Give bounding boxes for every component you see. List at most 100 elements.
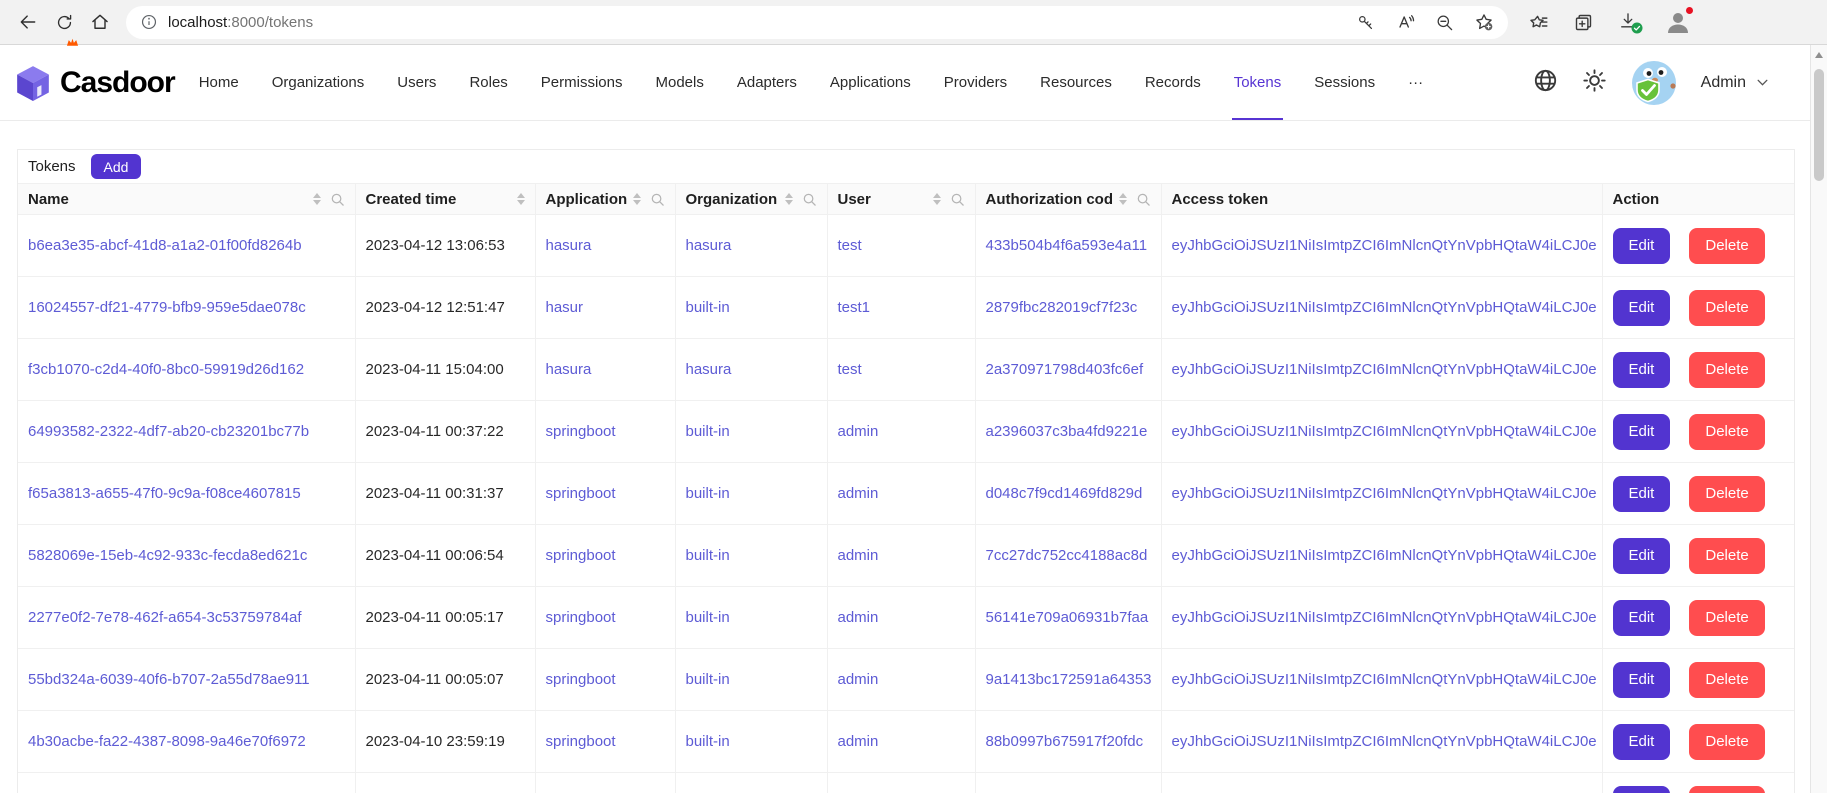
organization-link[interactable]: built-in xyxy=(686,485,730,502)
column-header[interactable]: Application xyxy=(535,184,675,215)
application-link[interactable]: hasura xyxy=(546,237,592,254)
edit-button[interactable]: Edit xyxy=(1613,786,1671,793)
token-name-link[interactable]: b6ea3e35-abcf-41d8-a1a2-01f00fd8264b xyxy=(28,237,302,254)
token-name-link[interactable]: 5828069e-15eb-4c92-933c-fecda8ed621c xyxy=(28,547,307,564)
user-link[interactable]: admin xyxy=(838,485,879,502)
nav-item-organizations[interactable]: Organizations xyxy=(272,45,365,120)
application-link[interactable]: springboot xyxy=(546,547,616,564)
organization-link[interactable]: hasura xyxy=(686,237,732,254)
organization-link[interactable]: built-in xyxy=(686,609,730,626)
column-header[interactable]: User xyxy=(827,184,975,215)
browser-profile-button[interactable] xyxy=(1664,8,1692,36)
edit-button[interactable]: Edit xyxy=(1613,290,1671,326)
sort-icon[interactable] xyxy=(1119,193,1127,205)
edit-button[interactable]: Edit xyxy=(1613,414,1671,450)
account-menu[interactable]: Admin xyxy=(1701,74,1769,92)
token-name-link[interactable]: 16024557-df21-4779-bfb9-959e5dae078c xyxy=(28,299,306,316)
refresh-button[interactable] xyxy=(46,4,82,40)
sort-icon[interactable] xyxy=(633,193,641,205)
page-scrollbar[interactable] xyxy=(1810,45,1827,793)
nav-item-roles[interactable]: Roles xyxy=(469,45,507,120)
edit-button[interactable]: Edit xyxy=(1613,724,1671,760)
token-name-link[interactable]: 2277e0f2-7e78-462f-a654-3c53759784af xyxy=(28,609,302,626)
zoom-out-icon[interactable] xyxy=(1435,13,1454,32)
favorites-icon[interactable] xyxy=(1528,12,1549,33)
search-icon[interactable] xyxy=(950,192,965,207)
nav-item-tokens[interactable]: Tokens xyxy=(1234,45,1282,120)
delete-button[interactable]: Delete xyxy=(1689,600,1764,636)
organization-link[interactable]: built-in xyxy=(686,299,730,316)
edit-button[interactable]: Edit xyxy=(1613,228,1671,264)
user-link[interactable]: admin xyxy=(838,733,879,750)
edit-button[interactable]: Edit xyxy=(1613,352,1671,388)
token-name-link[interactable]: 4b30acbe-fa22-4387-8098-9a46e70f6972 xyxy=(28,733,306,750)
sort-icon[interactable] xyxy=(517,193,525,205)
edit-button[interactable]: Edit xyxy=(1613,662,1671,698)
sort-icon[interactable] xyxy=(313,193,321,205)
column-header[interactable]: Name xyxy=(18,184,355,215)
column-header[interactable]: Access token xyxy=(1161,184,1602,215)
search-icon[interactable] xyxy=(1136,192,1151,207)
application-link[interactable]: springboot xyxy=(546,671,616,688)
edit-button[interactable]: Edit xyxy=(1613,476,1671,512)
delete-button[interactable]: Delete xyxy=(1689,352,1764,388)
user-link[interactable]: admin xyxy=(838,609,879,626)
scrollbar-thumb[interactable] xyxy=(1814,69,1824,181)
column-header[interactable]: Created time xyxy=(355,184,535,215)
user-link[interactable]: admin xyxy=(838,671,879,688)
organization-link[interactable]: built-in xyxy=(686,547,730,564)
collections-icon[interactable] xyxy=(1573,12,1594,33)
nav-item-providers[interactable]: Providers xyxy=(944,45,1007,120)
application-link[interactable]: springboot xyxy=(546,485,616,502)
add-button[interactable]: Add xyxy=(91,154,142,179)
token-name-link[interactable]: 55bd324a-6039-40f6-b707-2a55d78ae911 xyxy=(28,671,310,688)
delete-button[interactable]: Delete xyxy=(1689,290,1764,326)
address-bar[interactable]: localhost:8000/tokens xyxy=(126,6,1508,39)
add-favorite-icon[interactable] xyxy=(1474,12,1494,32)
nav-item-models[interactable]: Models xyxy=(655,45,703,120)
organization-link[interactable]: built-in xyxy=(686,671,730,688)
nav-item-permissions[interactable]: Permissions xyxy=(541,45,623,120)
token-name-link[interactable]: f65a3813-a655-47f0-9c9a-f08ce4607815 xyxy=(28,485,301,502)
user-link[interactable]: test xyxy=(838,237,862,254)
nav-item-adapters[interactable]: Adapters xyxy=(737,45,797,120)
search-icon[interactable] xyxy=(802,192,817,207)
theme-toggle-button[interactable] xyxy=(1582,68,1607,98)
user-link[interactable]: admin xyxy=(838,423,879,440)
organization-link[interactable]: built-in xyxy=(686,733,730,750)
delete-button[interactable]: Delete xyxy=(1689,538,1764,574)
token-name-link[interactable]: f3cb1070-c2d4-40f0-8bc0-59919d26d162 xyxy=(28,361,304,378)
application-link[interactable]: hasur xyxy=(546,299,584,316)
nav-item-resources[interactable]: Resources xyxy=(1040,45,1112,120)
password-key-icon[interactable] xyxy=(1356,13,1375,32)
home-button[interactable] xyxy=(82,4,118,40)
nav-item-users[interactable]: Users xyxy=(397,45,436,120)
search-icon[interactable] xyxy=(330,192,345,207)
application-link[interactable]: springboot xyxy=(546,609,616,626)
back-button[interactable] xyxy=(10,4,46,40)
user-avatar[interactable] xyxy=(1631,60,1677,106)
sort-icon[interactable] xyxy=(785,193,793,205)
language-button[interactable] xyxy=(1533,68,1558,98)
url-text[interactable]: localhost:8000/tokens xyxy=(168,14,313,31)
edit-button[interactable]: Edit xyxy=(1613,600,1671,636)
nav-item-applications[interactable]: Applications xyxy=(830,45,911,120)
nav-item-home[interactable]: Home xyxy=(199,45,239,120)
user-link[interactable]: test xyxy=(838,361,862,378)
organization-link[interactable]: built-in xyxy=(686,423,730,440)
token-name-link[interactable]: 64993582-2322-4df7-ab20-cb23201bc77b xyxy=(28,423,309,440)
downloads-button[interactable] xyxy=(1618,11,1640,33)
casdoor-brand[interactable]: Casdoor xyxy=(14,64,175,102)
delete-button[interactable]: Delete xyxy=(1689,414,1764,450)
delete-button[interactable]: Delete xyxy=(1689,786,1764,793)
read-aloud-icon[interactable] xyxy=(1395,12,1415,32)
delete-button[interactable]: Delete xyxy=(1689,724,1764,760)
organization-link[interactable]: hasura xyxy=(686,361,732,378)
application-link[interactable]: springboot xyxy=(546,423,616,440)
sort-icon[interactable] xyxy=(933,193,941,205)
application-link[interactable]: springboot xyxy=(546,733,616,750)
nav-item-records[interactable]: Records xyxy=(1145,45,1201,120)
column-header[interactable]: Action xyxy=(1602,184,1794,215)
nav-item-sessions[interactable]: Sessions xyxy=(1314,45,1375,120)
delete-button[interactable]: Delete xyxy=(1689,228,1764,264)
